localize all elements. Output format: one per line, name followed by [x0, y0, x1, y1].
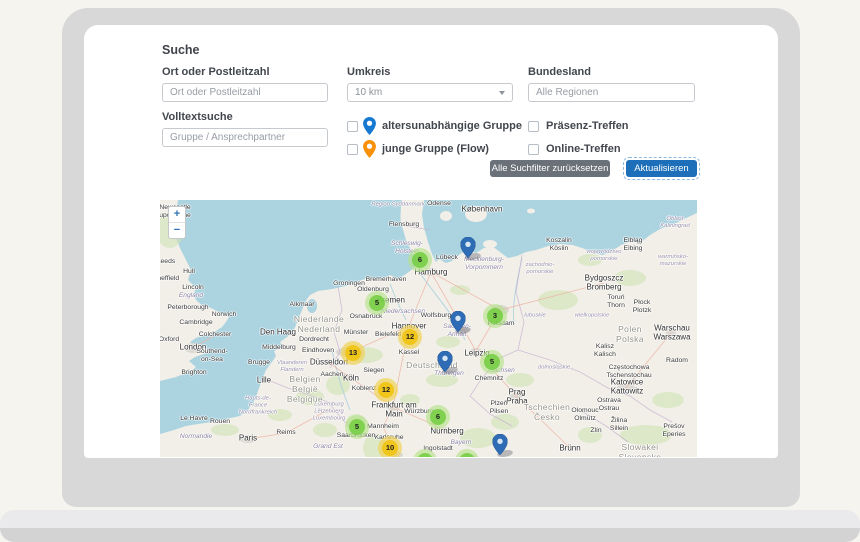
cluster-count: 6 [435, 412, 441, 421]
volltext-input[interactable] [162, 128, 328, 147]
update-button[interactable]: Aktualisieren [623, 157, 700, 180]
zoom-out-button[interactable]: − [169, 222, 185, 238]
praesenz-checkbox[interactable] [528, 120, 539, 132]
checkbox-row-junge-gruppe[interactable]: junge Gruppe (Flow) [347, 140, 489, 158]
map-cluster-marker[interactable] [455, 449, 479, 457]
junge-gruppe-checkbox[interactable] [347, 143, 358, 155]
map-cluster-marker[interactable]: 3 [483, 304, 507, 328]
map-cluster-marker[interactable]: 12 [374, 378, 398, 402]
checkbox-row-altersunabhaengig[interactable]: altersunabhängige Gruppe [347, 117, 522, 135]
map-pin-marker[interactable] [460, 236, 483, 260]
cluster-count: 5 [489, 357, 495, 366]
map-cluster-marker[interactable] [413, 449, 437, 457]
ort-input[interactable] [162, 83, 328, 102]
umkreis-select[interactable]: 10 km [347, 83, 513, 102]
map-canvas[interactable]: Newcastle upon TyneLeedsHullSheffieldLin… [160, 200, 697, 457]
online-checkbox[interactable] [528, 143, 539, 155]
umkreis-selected-value: 10 km [355, 87, 383, 98]
map-cluster-marker[interactable]: 6 [408, 248, 432, 272]
altersunabhaengig-label: altersunabhängige Gruppe [382, 120, 522, 132]
online-label: Online-Treffen [546, 143, 621, 155]
map-pin-marker[interactable] [437, 350, 460, 374]
cluster-count: 6 [417, 255, 423, 264]
blue-pin-icon [492, 433, 508, 456]
chevron-down-icon [499, 90, 505, 95]
map-cluster-marker[interactable]: 5 [345, 415, 369, 439]
map-cluster-marker[interactable]: 5 [480, 350, 504, 374]
map-zoom-control: + − [168, 206, 186, 239]
blue-pin-icon [450, 310, 466, 333]
map-pin-marker[interactable] [450, 310, 473, 334]
umkreis-label: Umkreis [347, 66, 391, 78]
zoom-in-button[interactable]: + [169, 207, 185, 222]
map-cluster-marker[interactable]: 10 [378, 436, 402, 457]
blue-pin-icon [460, 236, 476, 259]
map-cluster-marker[interactable]: 13 [341, 341, 365, 365]
cluster-count: 13 [348, 348, 358, 357]
cluster-count: 5 [354, 422, 360, 431]
browser-viewport: Suche Ort oder Postleitzahl Umkreis Bund… [84, 25, 778, 458]
map-pin-marker[interactable] [492, 433, 515, 457]
map-cluster-marker[interactable]: 5 [365, 291, 389, 315]
cluster-count: 5 [374, 298, 380, 307]
altersunabhaengig-checkbox[interactable] [347, 120, 358, 132]
orange-pin-icon [363, 140, 376, 158]
cluster-count: 10 [385, 443, 395, 452]
checkbox-row-praesenz[interactable]: Präsenz-Treffen [528, 117, 629, 135]
cluster-count: 3 [492, 311, 498, 320]
map-cluster-marker[interactable]: 12 [398, 325, 422, 349]
reset-filters-button[interactable]: Alle Suchfilter zurücksetzen [490, 160, 610, 177]
cluster-count: 12 [381, 385, 391, 394]
bundesland-label: Bundesland [528, 66, 591, 78]
volltext-label: Volltextsuche [162, 111, 233, 123]
laptop-base [0, 510, 860, 542]
page-title: Suche [162, 43, 200, 57]
map-cluster-marker[interactable]: 6 [426, 405, 450, 429]
bundesland-input[interactable] [528, 83, 695, 102]
blue-pin-icon [363, 117, 376, 135]
map-markers: 6 5 3 12 13 5 12 6 5 10 [160, 200, 697, 457]
junge-gruppe-label: junge Gruppe (Flow) [382, 143, 489, 155]
ort-label: Ort oder Postleitzahl [162, 66, 270, 78]
checkbox-row-online[interactable]: Online-Treffen [528, 140, 621, 158]
praesenz-label: Präsenz-Treffen [546, 120, 629, 132]
blue-pin-icon [437, 350, 453, 373]
cluster-count: 12 [405, 332, 415, 341]
